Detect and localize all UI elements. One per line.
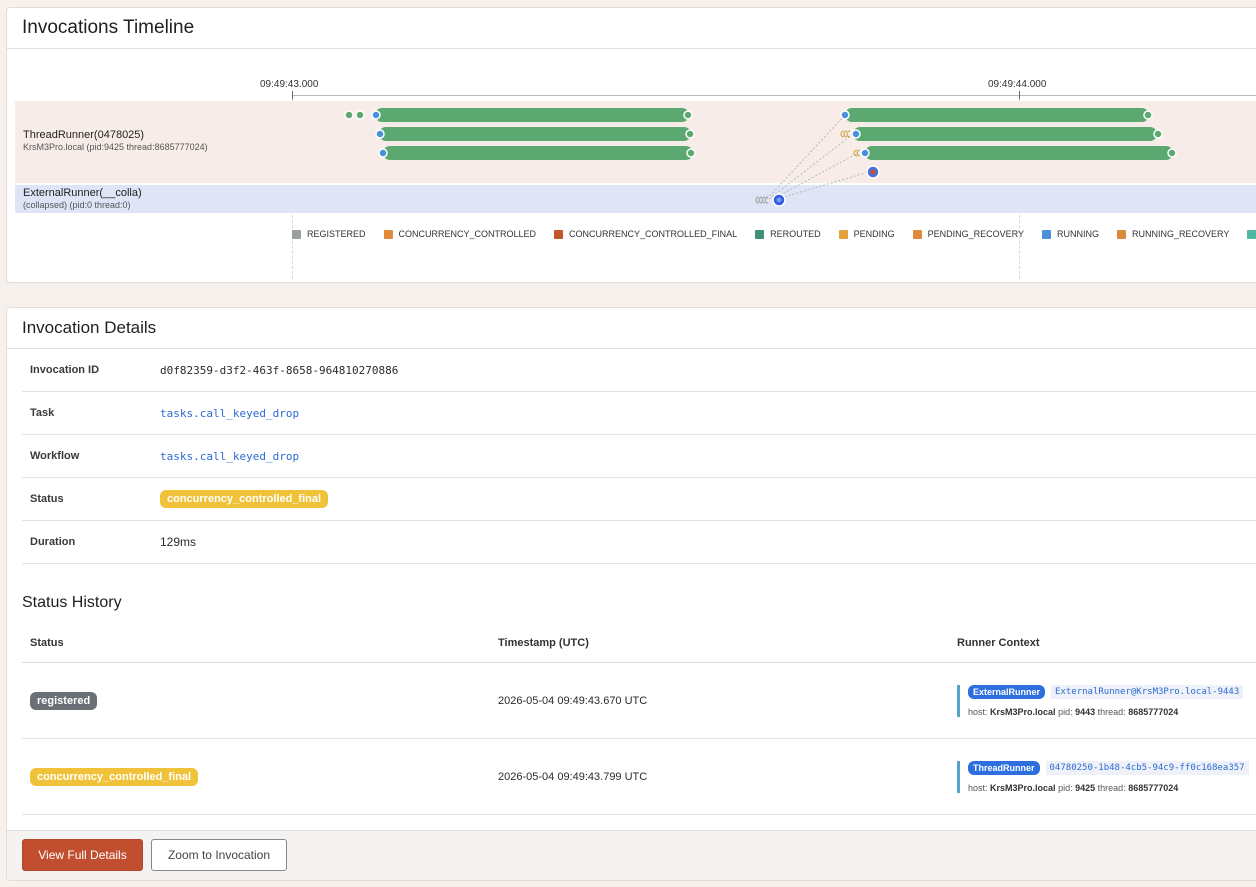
legend-swatch — [838, 229, 848, 239]
details-row-status: Status concurrency_controlled_final — [22, 478, 1256, 521]
runner-id: 04780250-1b48-4cb5-94c9-ff0c168ea357 — [1045, 760, 1249, 775]
invocation-bar — [379, 127, 691, 141]
table-header: Status Timestamp (UTC) Runner Context — [22, 624, 1256, 663]
table-row: registered 2026-05-04 09:49:43.670 UTC E… — [22, 663, 1256, 739]
legend-label: REROUTED — [770, 229, 821, 239]
legend-item: CONCURRENCY_CONTROLLED — [383, 229, 537, 239]
legend-label: REGISTERED — [307, 229, 366, 239]
legend-label: RUNNING_RECOVERY — [1131, 229, 1230, 239]
runner-type-badge: ExternalRunner — [968, 684, 1046, 699]
details-row-task: Task tasks.call_keyed_drop — [22, 392, 1256, 435]
invocation-bar — [853, 127, 1157, 141]
invocation-bars[interactable] — [375, 108, 1173, 160]
invocation-id-value: d0f82359-d3f2-463f-8658-964810270886 — [160, 363, 399, 377]
task-link[interactable]: tasks.call_keyed_drop — [160, 407, 299, 420]
invocation-bar — [383, 146, 693, 160]
details-row-duration: Duration 129ms — [22, 521, 1256, 564]
runner-host-info: host: KrsM3Pro.local pid: 9425 thread: 8… — [968, 782, 1179, 793]
legend-label: CONCURRENCY_CONTROLLED_FINAL — [569, 229, 738, 239]
runner-type-badge: ThreadRunner — [968, 760, 1040, 775]
field-key: Invocation ID — [30, 364, 100, 376]
timeline-panel: Invocations Timeline 09:49:43.000 09:49:… — [6, 7, 1256, 283]
column-header-timestamp: Timestamp (UTC) — [498, 637, 589, 649]
timeline-bars — [344, 108, 1177, 207]
legend-swatch — [912, 229, 922, 239]
legend-item: PENDING_RECOVERY — [912, 229, 1024, 239]
details-row-invocation-id: Invocation ID d0f82359-d3f2-463f-8658-96… — [22, 349, 1256, 392]
timeline-area[interactable]: 09:49:43.000 09:49:44.000 ThreadRunner(0… — [7, 49, 1256, 282]
duration-value: 129ms — [160, 535, 197, 549]
details-title: Invocation Details — [7, 308, 1256, 349]
details-table: Invocation ID d0f82359-d3f2-463f-8658-96… — [22, 349, 1256, 564]
table-row: concurrency_controlled_final 2026-05-04 … — [22, 739, 1256, 815]
legend: REGISTERED CONCURRENCY_CONTROLLED CONCURRE… — [292, 229, 1256, 239]
column-header-status: Status — [30, 637, 64, 649]
timestamp: 2026-05-04 09:49:43.670 UTC — [498, 694, 648, 707]
field-key: Task — [30, 407, 55, 419]
workflow-link[interactable]: tasks.call_keyed_drop — [160, 450, 299, 463]
legend-item: RUNNING — [1041, 229, 1099, 239]
runner-context: ThreadRunner 04780250-1b48-4cb5-94c9-ff0… — [957, 760, 1256, 793]
pending-markers — [755, 130, 861, 204]
timestamp: 2026-05-04 09:49:43.799 UTC — [498, 770, 648, 783]
field-key: Workflow — [30, 450, 80, 462]
view-full-details-button[interactable]: View Full Details — [22, 839, 143, 871]
field-key: Status — [30, 493, 64, 505]
transition-lines — [766, 114, 873, 200]
legend-swatch — [554, 229, 564, 239]
status-badge: concurrency_controlled_final — [160, 490, 329, 508]
details-row-workflow: Workflow tasks.call_keyed_drop — [22, 435, 1256, 478]
details-footer: View Full Details Zoom to Invocation — [7, 830, 1256, 880]
legend-item: REROUTED — [755, 229, 821, 239]
field-key: Duration — [30, 536, 76, 548]
legend-item: RUNNING_RECOVERY — [1116, 229, 1230, 239]
status-badge: registered — [30, 691, 98, 710]
timeline-title: Invocations Timeline — [7, 8, 1256, 49]
column-header-runner-context: Runner Context — [957, 637, 1040, 649]
runner-host-info: host: KrsM3Pro.local pid: 9443 thread: 8… — [968, 706, 1179, 717]
status-history-table: Status Timestamp (UTC) Runner Context re… — [22, 624, 1256, 815]
legend-item: REGISTERED — [292, 229, 366, 239]
legend-swatch — [1041, 229, 1051, 239]
zoom-to-invocation-button[interactable]: Zoom to Invocation — [151, 839, 287, 871]
legend-label: PENDING — [853, 229, 895, 239]
legend-item: PAUSED — [1247, 229, 1256, 239]
legend-label: CONCURRENCY_CONTROLLED — [398, 229, 537, 239]
legend-label: RUNNING — [1056, 229, 1099, 239]
legend-item: CONCURRENCY_CONTROLLED_FINAL — [554, 229, 737, 239]
runner-id: ExternalRunner@KrsM3Pro.local-9443 — [1051, 684, 1244, 699]
legend-swatch — [1247, 229, 1256, 239]
legend-swatch — [292, 229, 301, 239]
legend-swatch — [1116, 229, 1126, 239]
legend-swatch — [383, 229, 393, 239]
legend-swatch — [755, 229, 765, 239]
invocation-bar — [375, 108, 689, 122]
legend-label: PENDING_RECOVERY — [927, 229, 1024, 239]
runner-context: ExternalRunner ExternalRunner@KrsM3Pro.l… — [957, 684, 1256, 717]
invocation-details-panel: Invocation Details Invocation ID d0f8235… — [6, 307, 1256, 881]
status-badge: concurrency_controlled_final — [30, 767, 199, 786]
legend-item: PENDING — [838, 229, 895, 239]
invocation-bar — [865, 146, 1173, 160]
status-history-title: Status History — [22, 594, 122, 611]
invocation-bar — [845, 108, 1149, 122]
